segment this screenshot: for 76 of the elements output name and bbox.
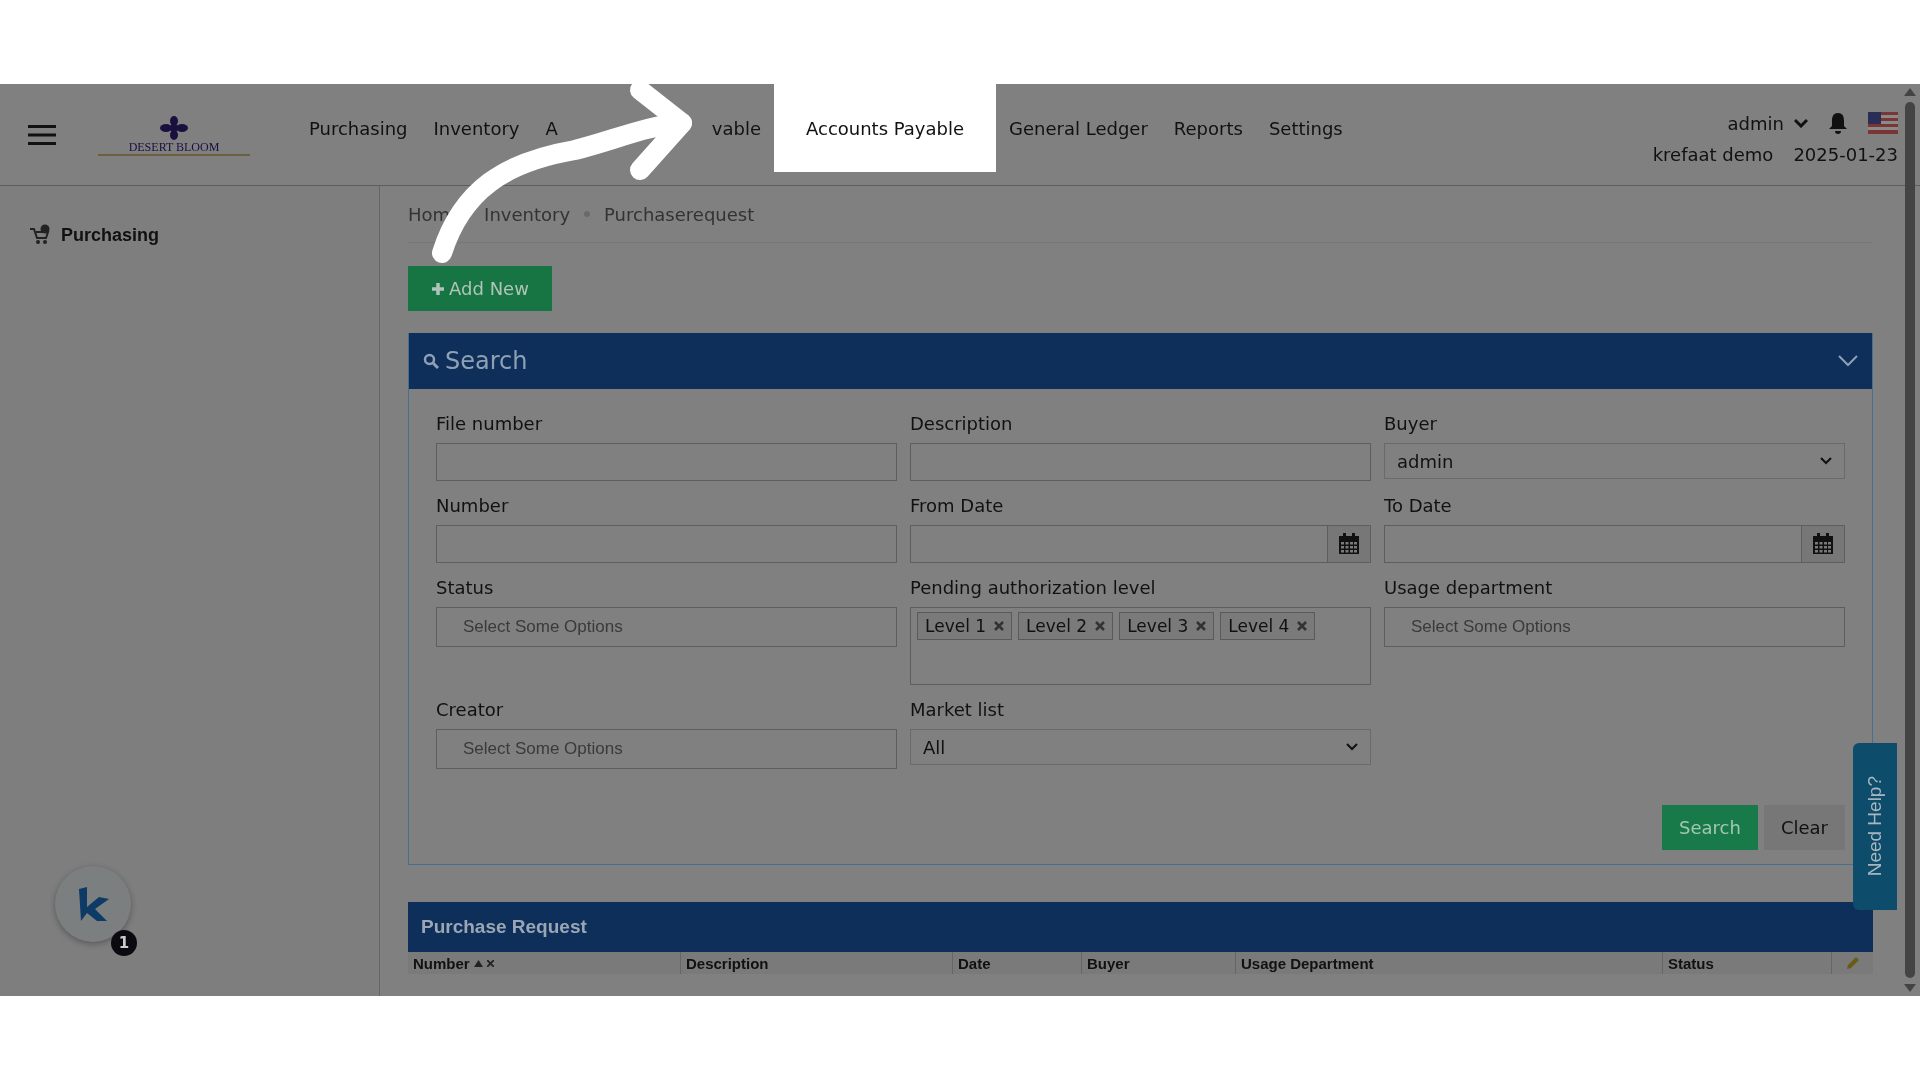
column-header[interactable]: Date — [958, 954, 991, 972]
chevron-down-icon — [1794, 118, 1808, 128]
scroll-up-icon[interactable] — [1904, 88, 1916, 96]
nav-item[interactable]: Settings — [1255, 117, 1356, 139]
k-logo-icon — [77, 887, 109, 921]
tag-select-field[interactable]: Level 1 Level 2 Level 3 Level 4 — [910, 607, 1371, 685]
calendar-button[interactable] — [1802, 525, 1845, 563]
user-menu[interactable]: admin — [1727, 112, 1808, 134]
sidebar-item[interactable]: Purchasing — [61, 224, 160, 246]
column-header[interactable]: Description — [686, 954, 769, 972]
search-button[interactable]: Search — [1662, 805, 1758, 850]
column-header[interactable]: Number — [413, 954, 470, 972]
tag-chip[interactable]: Level 4 — [1220, 612, 1316, 640]
field-label: Market list — [910, 698, 1006, 722]
calendar-icon — [1338, 533, 1360, 555]
scroll-down-icon[interactable] — [1904, 984, 1916, 992]
nav-item[interactable]: Inventory — [420, 117, 533, 139]
tag-chip[interactable]: Level 3 — [1119, 612, 1215, 640]
field-label: Pending authorization level — [910, 576, 1157, 600]
nav-item-text[interactable]: vable — [711, 117, 761, 139]
select-field[interactable]: All — [910, 729, 1371, 765]
cart-icon — [29, 224, 51, 246]
multi-select-field[interactable]: Select Some Options — [436, 607, 897, 647]
remove-icon[interactable] — [1196, 621, 1207, 631]
remove-icon[interactable] — [1095, 621, 1106, 631]
nav-item[interactable]: Purchasing — [296, 117, 421, 139]
notification-badge: 1 — [111, 930, 137, 956]
search-panel-header[interactable]: Search — [409, 333, 1872, 389]
add-new-button[interactable]: Add New — [408, 266, 552, 311]
remove-sort-icon[interactable] — [486, 959, 494, 967]
field-label: From Date — [910, 494, 1005, 518]
field-label: Creator — [436, 698, 505, 722]
breadcrumb-link[interactable]: Inventory — [484, 203, 571, 225]
field-label: To Date — [1384, 494, 1453, 518]
field-label: Usage department — [1384, 576, 1554, 600]
tag-chip[interactable]: Level 2 — [1018, 612, 1114, 640]
column-header[interactable]: Status — [1668, 954, 1714, 972]
calendar-icon — [1812, 533, 1834, 555]
search-icon — [423, 353, 439, 369]
field-label: Description — [910, 412, 1014, 436]
column-header[interactable]: Usage Department — [1241, 954, 1374, 972]
field-label: Buyer — [1384, 412, 1438, 436]
breadcrumb-link[interactable]: Purchaserequest — [604, 203, 755, 225]
sort-up-icon[interactable] — [473, 959, 483, 967]
tag-chip[interactable]: Level 1 — [917, 612, 1013, 640]
nav-item[interactable]: Accounts Payable — [774, 84, 997, 172]
bell-icon[interactable] — [1828, 112, 1848, 134]
remove-icon[interactable] — [1297, 621, 1308, 631]
chevron-down-icon — [1346, 743, 1358, 751]
multi-select-field[interactable]: Select Some Options — [1384, 607, 1845, 647]
flower-icon — [159, 116, 189, 140]
select-field[interactable]: admin — [1384, 443, 1845, 479]
date-text: 2025-01-23 — [1793, 144, 1898, 165]
logo-text: DESERT BLOOM — [128, 140, 220, 154]
company-name: krefaat demo — [1652, 144, 1774, 165]
breadcrumb-link[interactable]: Hom — [408, 203, 451, 225]
nav-item[interactable]: General Ledger — [996, 117, 1161, 139]
flag-icon[interactable] — [1868, 112, 1898, 134]
remove-icon[interactable] — [994, 621, 1005, 631]
menu-icon[interactable] — [28, 125, 56, 145]
field-label: Number — [436, 494, 510, 518]
nav-item-text[interactable]: A — [545, 117, 558, 139]
field-label: File number — [436, 412, 544, 436]
pencil-icon[interactable] — [1844, 955, 1861, 971]
panel-title: Search — [445, 347, 528, 375]
field-label: Status — [436, 576, 495, 600]
help-tab[interactable]: Need Help? — [1853, 743, 1897, 910]
nav-item[interactable]: Reports — [1160, 117, 1256, 139]
chevron-down-icon[interactable] — [1838, 355, 1858, 367]
column-header[interactable]: Buyer — [1087, 954, 1130, 972]
calendar-button[interactable] — [1328, 525, 1371, 563]
chevron-down-icon — [1820, 457, 1832, 465]
clear-button[interactable]: Clear — [1763, 805, 1845, 850]
plus-icon — [431, 281, 446, 296]
table-title: Purchase Request — [421, 916, 587, 938]
multi-select-field[interactable]: Select Some Options — [436, 729, 897, 769]
